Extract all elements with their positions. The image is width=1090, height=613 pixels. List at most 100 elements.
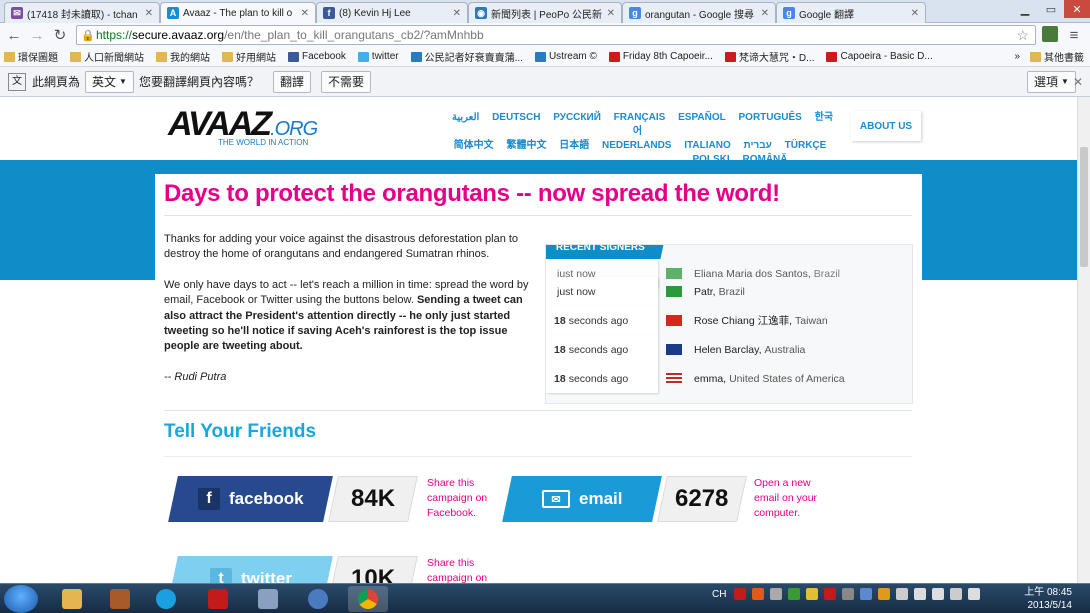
divider [164, 456, 912, 457]
taskbar-explorer[interactable] [52, 586, 92, 612]
language-link[interactable]: ESPAÑOL [678, 112, 726, 123]
signer-row: 18 seconds ago emma, United States of Ame… [546, 364, 912, 393]
language-link[interactable]: TÜRKÇE [785, 140, 827, 151]
divider [164, 410, 912, 411]
minimize-button[interactable]: ▁ [1012, 0, 1038, 18]
tray-icon[interactable] [734, 588, 747, 600]
tray-icon[interactable] [842, 588, 855, 600]
system-clock[interactable]: 上午 08:45 2013/5/14 [1024, 586, 1072, 612]
language-link[interactable]: 简体中文 [454, 140, 494, 151]
avaaz-logo[interactable]: AVAAZ.ORG THE WORLD IN ACTION [168, 105, 318, 147]
taskbar-app[interactable] [100, 586, 140, 612]
bookmark-item[interactable]: 我的網站 [156, 49, 210, 64]
translate-options-button[interactable]: 選項 ▼ [1027, 70, 1076, 93]
close-icon[interactable]: ✕ [145, 8, 153, 19]
tray-icon[interactable] [896, 588, 909, 600]
bookmark-item[interactable]: Facebook [288, 51, 346, 62]
bookmark-item[interactable]: 環保圖題 [4, 49, 58, 64]
language-link[interactable]: עברית [744, 140, 772, 151]
browser-tab-avaaz[interactable]: A Avaaz - The plan to kill o ✕ [160, 2, 316, 23]
url-scheme: https:// [96, 28, 133, 42]
bookmark-item[interactable]: Ustream © [534, 51, 597, 62]
menu-wrench-icon[interactable]: ≡ [1064, 26, 1084, 44]
tray-icon[interactable] [806, 588, 819, 600]
language-link[interactable]: العربية [452, 112, 479, 123]
close-icon[interactable]: ✕ [911, 8, 919, 19]
logo-org: .ORG [270, 118, 318, 140]
bookmark-item[interactable]: Friday 8th Capoeir... [608, 51, 713, 62]
bookmark-item[interactable]: 公民記者好衰賣賣蒲... [410, 49, 523, 64]
extension-icon[interactable] [1042, 26, 1058, 42]
language-link[interactable]: NEDERLANDS [602, 140, 671, 151]
bookmarks-overflow-button[interactable]: » [1014, 51, 1020, 62]
language-link[interactable]: ITALIANO [684, 140, 730, 151]
input-language[interactable]: CH [712, 589, 726, 600]
bookmark-item[interactable]: 好用網站 [222, 49, 276, 64]
tray-icon[interactable] [878, 588, 891, 600]
tray-icon[interactable] [950, 588, 963, 600]
tray-icon[interactable] [752, 588, 765, 600]
close-icon[interactable]: ✕ [607, 8, 615, 19]
peopo-icon: ◉ [475, 7, 487, 19]
language-link[interactable]: FRANÇAIS [614, 112, 666, 123]
twitter-share-button[interactable]: t twitter [168, 556, 333, 583]
taskbar-acrobat[interactable] [198, 586, 238, 612]
tray-icon[interactable] [968, 588, 981, 600]
reload-button[interactable]: ↻ [50, 26, 70, 44]
back-button[interactable]: ← [4, 26, 24, 44]
url-path: /en/the_plan_to_kill_orangutans_cb2/?amM… [224, 28, 484, 42]
maximize-button[interactable]: ▭ [1038, 0, 1064, 18]
browser-tab-gmail[interactable]: ✉ (17418 封未讀取) - tchan ✕ [4, 2, 160, 23]
translate-button[interactable]: 翻譯 [272, 70, 311, 93]
language-link[interactable]: DEUTSCH [492, 112, 540, 123]
recent-signers-title: RECENT SIGNERS [546, 245, 666, 259]
address-bar[interactable]: 🔒 https:// secure.avaaz.org /en/the_plan… [76, 25, 1036, 45]
browser-tab-facebook[interactable]: f (8) Kevin Hj Lee ✕ [316, 2, 468, 23]
language-link[interactable]: РУССКИЙ [553, 112, 601, 123]
chevron-down-icon: ▼ [1061, 77, 1069, 86]
email-share-button[interactable]: ✉ email [502, 476, 662, 522]
bookmark-item[interactable]: 人口新聞網站 [70, 49, 144, 64]
bookmark-star-icon[interactable]: ☆ [1016, 27, 1029, 44]
network-icon[interactable] [932, 588, 945, 600]
facebook-share-button[interactable]: f facebook [168, 476, 333, 522]
scrollbar-thumb[interactable] [1080, 147, 1088, 267]
bookmark-item[interactable]: 梵谛大慧咒・D... [724, 49, 814, 64]
taskbar-skype[interactable] [146, 586, 186, 612]
language-link[interactable]: 繁體中文 [506, 140, 546, 151]
no-translate-button[interactable]: 不需要 [320, 70, 371, 93]
other-bookmarks[interactable]: 其他書籤 [1030, 49, 1084, 64]
browser-tab-google-search[interactable]: g orangutan - Google 搜尋 ✕ [622, 2, 776, 23]
tray-icon[interactable] [824, 588, 837, 600]
close-window-button[interactable]: ✕ [1064, 0, 1090, 18]
forward-button[interactable]: → [27, 26, 47, 44]
about-us-link[interactable]: ABOUT US [851, 111, 921, 141]
bookmark-item[interactable]: twitter [357, 51, 399, 62]
tray-icon[interactable] [860, 588, 873, 600]
close-icon[interactable]: ✕ [301, 8, 309, 19]
start-button[interactable] [4, 585, 38, 613]
taskbar-app[interactable] [248, 586, 288, 612]
usa-flag-icon [666, 373, 682, 384]
folder-icon [4, 51, 15, 62]
page-scrollbar[interactable] [1077, 97, 1090, 583]
volume-icon[interactable] [914, 588, 927, 600]
url-host: secure.avaaz.org [132, 28, 225, 42]
tab-title: orangutan - Google 搜尋 [645, 9, 754, 21]
bookmark-item[interactable]: Capoeira - Basic D... [826, 51, 933, 62]
youtube-icon [724, 51, 736, 62]
close-icon[interactable]: ✕ [1073, 75, 1083, 89]
close-icon[interactable]: ✕ [761, 8, 769, 19]
language-link[interactable]: 日本語 [559, 140, 589, 151]
taskbar-chrome[interactable] [348, 586, 388, 612]
language-link[interactable]: PORTUGUÊS [739, 112, 802, 123]
taskbar-app[interactable] [298, 586, 338, 612]
signer-country: Australia [764, 343, 806, 356]
browser-tab-google-translate[interactable]: g Google 翻譯 ✕ [776, 2, 926, 23]
tray-icon[interactable] [770, 588, 783, 600]
source-language-select[interactable]: 英文 ▼ [85, 70, 134, 93]
browser-tab-peopo[interactable]: ◉ 新聞列表 | PeoPo 公民新 ✕ [468, 2, 622, 23]
close-icon[interactable]: ✕ [453, 8, 461, 19]
tray-icon[interactable] [788, 588, 801, 600]
tab-bar: ✉ (17418 封未讀取) - tchan ✕ A Avaaz - The p… [0, 0, 1090, 23]
